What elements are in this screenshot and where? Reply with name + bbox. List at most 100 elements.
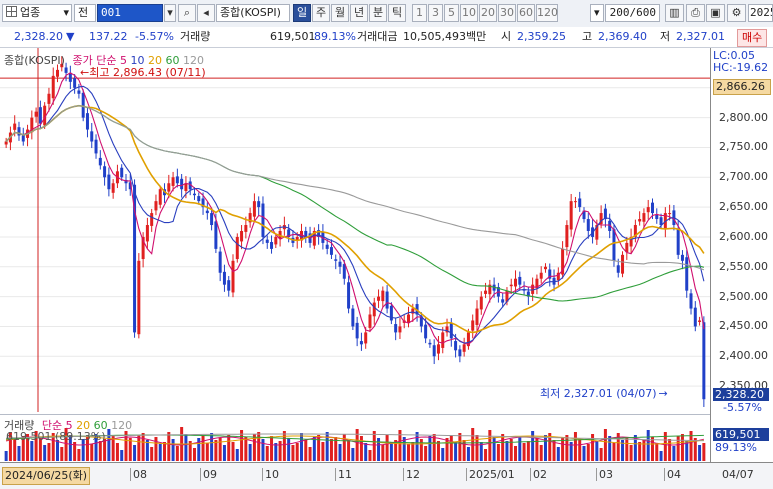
candle-body: [171, 177, 175, 186]
ma-line-5: [5, 72, 705, 345]
buy-button[interactable]: 매수: [737, 29, 768, 47]
candle-body: [120, 167, 124, 178]
period-tab-4[interactable]: 분: [369, 4, 387, 22]
interval-tab-4[interactable]: 20: [479, 4, 497, 22]
volume-bar: [625, 438, 629, 461]
interval-tab-0[interactable]: 1: [412, 4, 427, 22]
candle-body: [150, 213, 154, 226]
volume-bar: [424, 446, 428, 461]
candle-body: [680, 254, 684, 261]
volume-value-tag: 619,501: [713, 428, 769, 441]
interval-tab-2[interactable]: 5: [444, 4, 459, 22]
candle-body: [646, 207, 650, 213]
end-date-label: 04/07: [722, 468, 754, 481]
volume-bar: [257, 432, 261, 461]
save-button[interactable]: ▣: [706, 4, 725, 22]
candle-body: [355, 322, 359, 339]
cursor-date-tag: 2024/06/25(화): [2, 467, 91, 485]
chart-settings-button[interactable]: ▥: [665, 4, 684, 22]
interval-tab-3[interactable]: 10: [460, 4, 478, 22]
volume-bar: [599, 448, 603, 461]
date-input[interactable]: 2025/: [748, 4, 773, 22]
candle-body: [240, 230, 244, 242]
volume-bar: [355, 429, 359, 461]
volume-bar: [419, 439, 423, 461]
candle-body: [214, 221, 218, 249]
candle-body: [64, 67, 68, 73]
candle-body: [227, 280, 231, 291]
print-button[interactable]: ⎙: [686, 4, 705, 22]
prev-item-button[interactable]: ◂: [197, 4, 215, 22]
volume-bar: [650, 437, 654, 461]
volume-bar: [629, 445, 633, 461]
volume-bar: [428, 436, 432, 461]
period-tab-3[interactable]: 년: [350, 4, 368, 22]
interval-tab-7[interactable]: 120: [536, 4, 558, 22]
price-chart-panel[interactable]: 종합(KOSPI) 종가 단순 5 10 20 60 120 ←최고 2,896…: [0, 48, 710, 412]
volume-bar: [608, 436, 612, 461]
volume-bar: [659, 451, 663, 461]
candle-body: [274, 236, 278, 245]
volume-bar: [30, 441, 34, 461]
code-dropdown-button[interactable]: ▾: [164, 4, 176, 22]
candle-body: [441, 332, 445, 348]
x-tick-label: 09: [200, 468, 217, 481]
candle-body: [578, 198, 582, 208]
volume-bar: [115, 443, 119, 461]
candle-body: [398, 326, 402, 333]
volume-bar: [163, 442, 167, 461]
x-tick-label: 2025/01: [466, 468, 515, 481]
candle-body: [573, 201, 577, 203]
candle-body: [98, 157, 102, 166]
volume-bar: [642, 440, 646, 461]
gear-button[interactable]: ⚙: [727, 4, 746, 22]
candle-body: [205, 210, 209, 214]
category-select[interactable]: 업종 ▾: [2, 4, 72, 22]
candle-body: [197, 196, 201, 202]
count-display[interactable]: 200/600: [605, 4, 660, 22]
volume-bar: [522, 443, 526, 461]
volume-bar: [655, 444, 659, 461]
candle-body: [158, 189, 162, 205]
price-change-pct: -5.57%: [135, 30, 174, 43]
interval-tab-6[interactable]: 60: [517, 4, 535, 22]
volume-bar: [98, 441, 102, 461]
arrow-left-icon: ←: [80, 66, 90, 79]
candle-body: [51, 75, 55, 99]
candle-body: [257, 201, 261, 208]
chevron-down-icon: ▾: [594, 6, 600, 19]
period-tab-0[interactable]: 일: [293, 4, 311, 22]
candle-body: [569, 201, 573, 230]
count-dropdown[interactable]: ▾: [590, 4, 604, 22]
x-tick-label: 03: [596, 468, 613, 481]
volume-bar: [543, 435, 547, 461]
candle-body: [270, 242, 274, 249]
ma-line-10: [5, 85, 705, 344]
volume-bar: [526, 441, 530, 461]
candle-body: [107, 174, 111, 190]
volume-bar: [325, 432, 329, 461]
current-pct-label: -5.57%: [723, 401, 762, 414]
volume-bar: [595, 441, 599, 461]
candle-body: [47, 93, 51, 104]
search-button[interactable]: ⌕: [178, 4, 196, 22]
candle-body: [38, 107, 42, 124]
interval-tab-1[interactable]: 3: [428, 4, 443, 22]
interval-tab-5[interactable]: 30: [498, 4, 516, 22]
period-tab-2[interactable]: 월: [331, 4, 349, 22]
volume-bar: [702, 443, 706, 461]
price-chart[interactable]: [0, 48, 710, 412]
volume-chart-panel[interactable]: 거래량 단순 5 20 60 120 619,501 (89.13%): [0, 414, 710, 463]
volume-bar: [90, 444, 94, 461]
volume-bar: [295, 443, 299, 461]
volume-bar: [347, 441, 351, 461]
candle-body: [385, 291, 389, 309]
market-select[interactable]: 전: [74, 4, 96, 22]
x-tick-label: 08: [130, 468, 147, 481]
code-input[interactable]: 001: [97, 4, 163, 22]
arrow-left-icon: ◂: [203, 6, 209, 19]
volume-bar: [265, 446, 269, 461]
period-tab-1[interactable]: 주: [312, 4, 330, 22]
volume-value: 619,501: [270, 30, 316, 43]
period-tab-5[interactable]: 틱: [388, 4, 406, 22]
